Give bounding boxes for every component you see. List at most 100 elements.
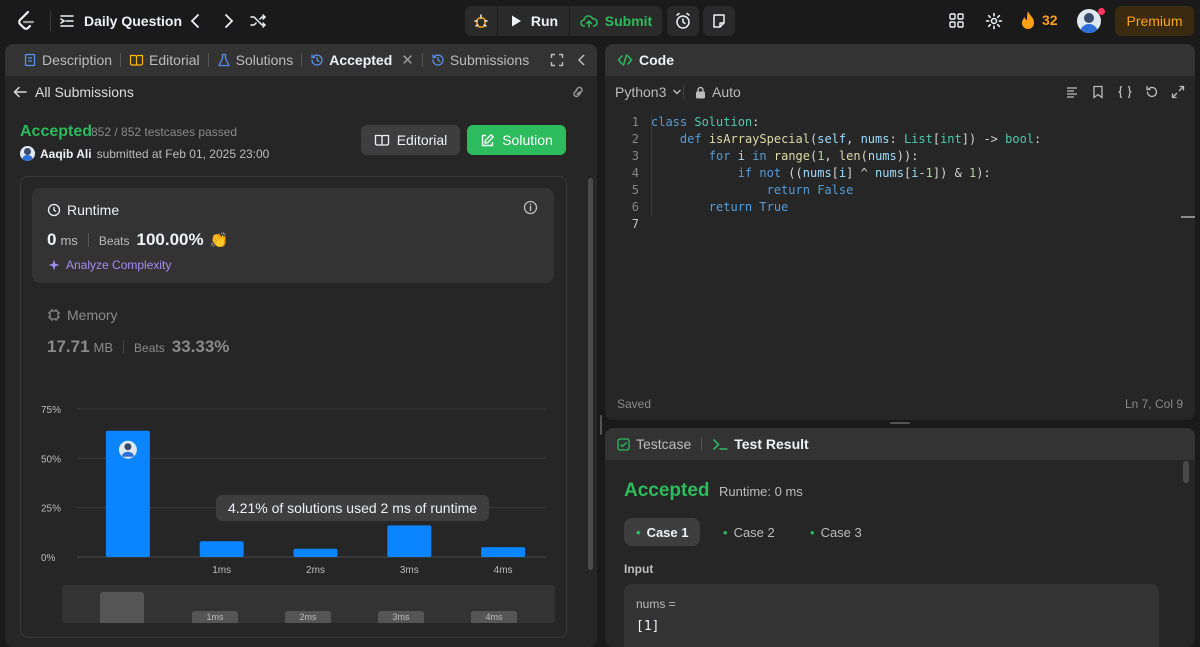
play-icon — [511, 15, 521, 27]
runtime-distribution-chart[interactable]: 75% 50% 25% 0% 1ms 2ms 3ms 4ms — [21, 387, 568, 597]
submit-label: Submit — [604, 13, 653, 29]
alarm-clock-icon — [676, 12, 690, 29]
expand-icon[interactable] — [1171, 85, 1185, 99]
divider — [87, 233, 89, 247]
maximize-icon[interactable] — [550, 53, 564, 67]
info-icon[interactable] — [523, 200, 538, 215]
code-line: return True — [708, 200, 789, 214]
input-var-value: [1] — [636, 619, 660, 634]
debug-button[interactable] — [465, 6, 497, 36]
language-select[interactable]: Python3 — [615, 84, 682, 100]
case-tab-3[interactable]: • Case 3 — [798, 518, 874, 546]
reset-icon[interactable] — [1145, 85, 1159, 99]
tab-solutions[interactable]: Solutions — [209, 44, 302, 76]
note-icon — [713, 14, 725, 28]
case-tab-1[interactable]: • Case 1 — [624, 518, 701, 546]
submit-button[interactable]: Submit — [570, 6, 662, 36]
top-bar: Daily Question Run Submit 32 Premium — [0, 0, 1200, 42]
next-question-icon[interactable] — [220, 12, 236, 30]
vertical-resize-handle[interactable] — [600, 415, 602, 435]
divider — [683, 85, 684, 99]
line-number: 6 — [631, 200, 639, 214]
checkbox-icon — [617, 437, 630, 451]
left-tab-bar: Description Editorial Solutions Accepted… — [5, 44, 597, 76]
line-number: 3 — [631, 149, 639, 163]
tab-accepted[interactable]: Accepted ✕ — [302, 44, 422, 76]
chevron-down-icon — [673, 89, 682, 95]
collapse-panel-icon[interactable] — [577, 53, 587, 67]
range-selector[interactable]: 1ms 2ms 3ms 4ms — [62, 585, 555, 623]
submission-panel: Description Editorial Solutions Accepted… — [5, 44, 597, 647]
result-runtime: Runtime: 0 ms — [719, 484, 803, 499]
solution-button[interactable]: Solution — [467, 125, 566, 155]
tab-description-label: Description — [42, 52, 113, 68]
tab-testcase[interactable]: Testcase — [617, 436, 691, 452]
scrollbar[interactable] — [1183, 461, 1189, 483]
book-icon — [374, 134, 389, 146]
format-icon[interactable] — [1065, 85, 1079, 99]
runtime-card[interactable]: Runtime 0 ms Beats 100.00% 👏 Analyze Com… — [32, 188, 554, 283]
scrollbar[interactable] — [588, 178, 593, 570]
chart-bar[interactable] — [293, 548, 338, 557]
chart-bar[interactable] — [481, 547, 526, 557]
streak-count: 32 — [1042, 12, 1058, 28]
bug-icon — [474, 14, 488, 28]
leetcode-logo-icon[interactable] — [14, 9, 38, 33]
testcase-tab-label: Testcase — [636, 436, 692, 452]
editorial-button[interactable]: Editorial — [361, 125, 460, 155]
timer-button[interactable] — [667, 6, 699, 36]
line-number: 7 — [631, 217, 639, 231]
problem-list-icon[interactable] — [58, 12, 76, 30]
shuffle-icon[interactable] — [249, 12, 267, 30]
all-submissions-link[interactable]: All Submissions — [13, 84, 134, 100]
code-line: class Solution: — [651, 115, 760, 129]
submission-status: Accepted — [20, 123, 93, 140]
chart-bar[interactable] — [199, 541, 244, 557]
close-tab-icon[interactable]: ✕ — [401, 51, 414, 69]
tab-editorial[interactable]: Editorial — [121, 44, 208, 76]
tab-separator — [701, 437, 703, 451]
avatar[interactable] — [1077, 8, 1105, 33]
case-tab-2[interactable]: • Case 2 — [711, 518, 787, 546]
layout-grid-icon[interactable] — [948, 12, 965, 29]
range-handle[interactable] — [100, 592, 144, 623]
line-number: 4 — [631, 166, 639, 180]
terminal-icon — [713, 438, 729, 450]
case-label: Case 3 — [820, 524, 862, 540]
auto-mode-toggle[interactable]: Auto — [695, 84, 741, 100]
tab-description[interactable]: Description — [15, 44, 120, 76]
memory-unit: MB — [93, 340, 114, 355]
sparkle-icon — [48, 259, 60, 271]
streak-counter[interactable]: 32 — [1020, 10, 1058, 30]
submitter-name[interactable]: Aaqib Ali — [40, 147, 92, 161]
chart-bar[interactable] — [387, 525, 432, 557]
run-button[interactable]: Run — [498, 6, 569, 36]
memory-beats-value: 33.33% — [171, 337, 230, 356]
solution-button-label: Solution — [502, 132, 553, 148]
memory-value: 17.71 — [47, 337, 90, 356]
editorial-button-label: Editorial — [396, 132, 448, 148]
input-var-name: nums = — [636, 597, 676, 611]
bookmark-icon[interactable] — [1091, 85, 1105, 99]
memory-heading[interactable]: Memory — [47, 307, 118, 323]
all-submissions-label: All Submissions — [35, 84, 134, 100]
daily-question-title[interactable]: Daily Question — [84, 13, 182, 29]
analyze-complexity-link[interactable]: Analyze Complexity — [47, 258, 171, 272]
tab-submissions[interactable]: Submissions — [423, 44, 537, 76]
submitter-info: Aaqib Ali submitted at Feb 01, 2025 23:0… — [20, 146, 269, 161]
premium-button[interactable]: Premium — [1115, 6, 1194, 36]
notes-button[interactable] — [703, 6, 735, 36]
memory-beats-label: Beats — [134, 341, 165, 355]
prev-question-icon[interactable] — [188, 12, 204, 30]
line-number: 5 — [631, 183, 639, 197]
tab-test-result[interactable]: Test Result — [712, 436, 809, 452]
tab-code[interactable]: Code — [617, 52, 674, 68]
link-icon[interactable] — [570, 85, 586, 99]
tab-accepted-label: Accepted — [329, 52, 393, 68]
settings-gear-icon[interactable] — [985, 12, 1003, 30]
user-avatar-icon — [20, 146, 35, 161]
save-status: Saved — [617, 397, 652, 411]
code-tab-bar: Code — [605, 44, 1195, 76]
braces-icon[interactable] — [1117, 85, 1133, 99]
horizontal-resize-handle[interactable] — [890, 422, 910, 424]
